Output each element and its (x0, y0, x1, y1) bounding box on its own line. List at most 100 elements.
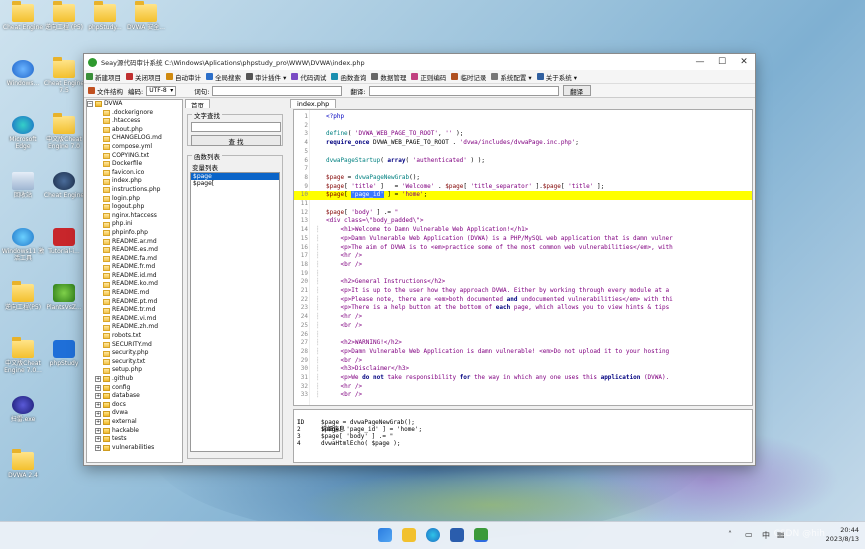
menu-item[interactable]: 函数查询 (331, 72, 366, 82)
tray-lang[interactable]: 中 (762, 530, 770, 541)
code-line[interactable]: 6 dvwaPageStartup( array( 'authenticated'… (294, 157, 752, 166)
search-input[interactable] (191, 122, 281, 132)
code-line[interactable]: 21 ┆ <p>It is up to the user how they app… (294, 287, 752, 296)
encoding-select[interactable]: UTF-8 ▾ (146, 85, 177, 96)
file-explorer-icon[interactable] (402, 528, 416, 542)
word-input[interactable] (212, 85, 343, 96)
tree-item[interactable]: README.zh.md (87, 323, 182, 332)
collapse-icon[interactable]: − (87, 101, 93, 108)
tree-item[interactable]: + external (87, 418, 182, 427)
code-line[interactable]: 5 (294, 148, 752, 157)
code-line[interactable]: 19 ┆ (294, 270, 752, 279)
code-line[interactable]: 18 ┆ <br /> (294, 261, 752, 270)
menu-item[interactable]: 数据管理 (371, 72, 406, 82)
desktop-icon[interactable]: 中文版Cheat Engine 7.0... (1, 337, 45, 374)
clock[interactable]: 20:44 2023/8/13 (826, 526, 859, 544)
code-line[interactable]: 14 ┆ <h1>Welcome to Damn Vulnerable Web A… (294, 226, 752, 235)
tree-item[interactable]: security.php (87, 349, 182, 358)
expand-icon[interactable]: + (95, 376, 101, 383)
tree-item[interactable]: + database (87, 392, 182, 401)
printer-icon[interactable]: ▭ (745, 530, 753, 539)
tree-item[interactable]: Dockerfile (87, 160, 182, 169)
code-line[interactable]: 9 $page[ 'title' ] = 'Welcome' . $page[ '… (294, 183, 752, 192)
code-line[interactable]: 20 ┆ <h2>General Instructions</h2> (294, 278, 752, 287)
tree-item[interactable]: + dvwa (87, 409, 182, 418)
menu-item[interactable]: 审计插件 ▾ (246, 72, 286, 82)
code-line[interactable]: 16 ┆ <p>The aim of DVWA is to <em>practic… (294, 244, 752, 253)
desktop-icon[interactable]: Cheat Engine (42, 172, 86, 199)
tree-item[interactable]: favicon.ico (87, 169, 182, 178)
desktop-icon[interactable]: Microsoft Edge (1, 116, 45, 150)
tree-item[interactable]: README.md (87, 289, 182, 298)
code-line[interactable]: 1 <?php (294, 113, 752, 122)
menu-item[interactable]: 系统配置 ▾ (491, 72, 532, 82)
code-editor[interactable]: 1 <?php 2 3 define( 'DVWA_WEB_PAGE_TO_ROOT',… (293, 109, 753, 406)
code-line[interactable]: 13 <div class=\"body_padded\"> (294, 217, 752, 226)
minimize-button[interactable]: — (689, 57, 711, 67)
desktop-icon[interactable]: DVWA 安全... (124, 1, 168, 31)
tree-item[interactable]: README.fa.md (87, 255, 182, 264)
tree-item[interactable]: index.php (87, 177, 182, 186)
code-line[interactable]: 32 ┆ <hr /> (294, 383, 752, 392)
code-line[interactable]: 10 $page[ 'page_id' ] = 'home'; (294, 191, 752, 200)
code-line[interactable]: 12 $page[ 'body' ] .= " (294, 209, 752, 218)
desktop-icon[interactable]: Tutorial-i... (42, 228, 86, 255)
expand-icon[interactable]: + (95, 393, 101, 400)
menu-item[interactable]: 临时记录 (451, 72, 486, 82)
code-line[interactable]: 15 ┆ <p>Damn Vulnerable Web Application (… (294, 235, 752, 244)
code-line[interactable]: 33 ┆ <br /> (294, 391, 752, 400)
tree-item[interactable]: README.pt.md (87, 298, 182, 307)
close-button[interactable]: ✕ (733, 57, 755, 67)
expand-icon[interactable]: + (95, 384, 101, 391)
tree-item[interactable]: SECURITY.md (87, 341, 182, 350)
tree-item[interactable]: + .github (87, 375, 182, 384)
desktop-icon[interactable]: Cheat Engine 7.5 (42, 57, 86, 94)
expand-icon[interactable]: + (95, 436, 101, 443)
tree-item[interactable]: security.txt (87, 358, 182, 367)
tree-root[interactable]: − DVWA (87, 100, 182, 109)
tree-item[interactable]: about.php (87, 126, 182, 135)
translate-input[interactable] (368, 85, 559, 96)
tree-item[interactable]: + vulnerabilities (87, 444, 182, 453)
code-line[interactable]: 4 require_once DVWA_WEB_PAGE_TO_ROOT . 'd… (294, 139, 752, 148)
tab-home[interactable]: 首页 (185, 99, 210, 110)
desktop-icon[interactable]: Cheat Engine (1, 1, 45, 31)
expand-icon[interactable]: + (95, 427, 101, 434)
tree-item[interactable]: README.ko.md (87, 280, 182, 289)
menu-item[interactable]: 自动审计 (166, 72, 201, 82)
tree-item[interactable]: README.ar.md (87, 238, 182, 247)
desktop-icon[interactable]: Windows... (1, 60, 45, 87)
expand-icon[interactable]: + (95, 410, 101, 417)
tree-item[interactable]: .htaccess (87, 117, 182, 126)
desktop-icon[interactable]: 逆向工程 (P5) (42, 1, 86, 31)
code-line[interactable]: 23 ┆ <p>There is a help button at the bot… (294, 304, 752, 313)
tree-item[interactable]: README.id.md (87, 272, 182, 281)
desktop-icon[interactable]: DVWA 2.4 (1, 449, 45, 479)
start-icon[interactable] (378, 528, 392, 542)
tree-item[interactable]: CHANGELOG.md (87, 134, 182, 143)
desktop-icon[interactable]: Windows11 激活工具 (1, 228, 45, 262)
code-line[interactable]: 7 (294, 165, 752, 174)
desktop-icon[interactable]: 回收站 (1, 172, 45, 199)
title-bar[interactable]: Seay源代码审计系统 C:\Windows\Aplications\phpst… (84, 54, 755, 70)
tree-item[interactable]: README.tr.md (87, 306, 182, 315)
tree-item[interactable]: .dockerignore (87, 109, 182, 118)
code-line[interactable]: 22 ┆ <p>Please note, there are <em>both d… (294, 296, 752, 305)
code-line[interactable]: 27 ┆ <h2>WARNING!</h2> (294, 339, 752, 348)
tree-item[interactable]: login.php (87, 195, 182, 204)
edge-icon[interactable] (426, 528, 440, 542)
tree-item[interactable]: instructions.php (87, 186, 182, 195)
code-line[interactable]: 3 define( 'DVWA_WEB_PAGE_TO_ROOT', '' ); (294, 130, 752, 139)
tree-item[interactable]: php.ini (87, 220, 182, 229)
code-line[interactable]: 29 ┆ <br /> (294, 357, 752, 366)
tree-item[interactable]: phpinfo.php (87, 229, 182, 238)
code-line[interactable]: 28 ┆ <p>Damn Vulnerable Web Application i… (294, 348, 752, 357)
tree-item[interactable]: README.vi.md (87, 315, 182, 324)
desktop-icon[interactable]: phpStudy (42, 340, 86, 367)
menu-item[interactable]: 全局搜索 (206, 72, 241, 82)
tree-item[interactable]: + tests (87, 435, 182, 444)
desktop-icon[interactable]: PlantsVsZ... (42, 284, 86, 311)
desktop-icon[interactable]: 扫雷.exe (1, 396, 45, 423)
tree-item[interactable]: README.fr.md (87, 263, 182, 272)
seay-taskbar-icon[interactable] (474, 528, 488, 542)
